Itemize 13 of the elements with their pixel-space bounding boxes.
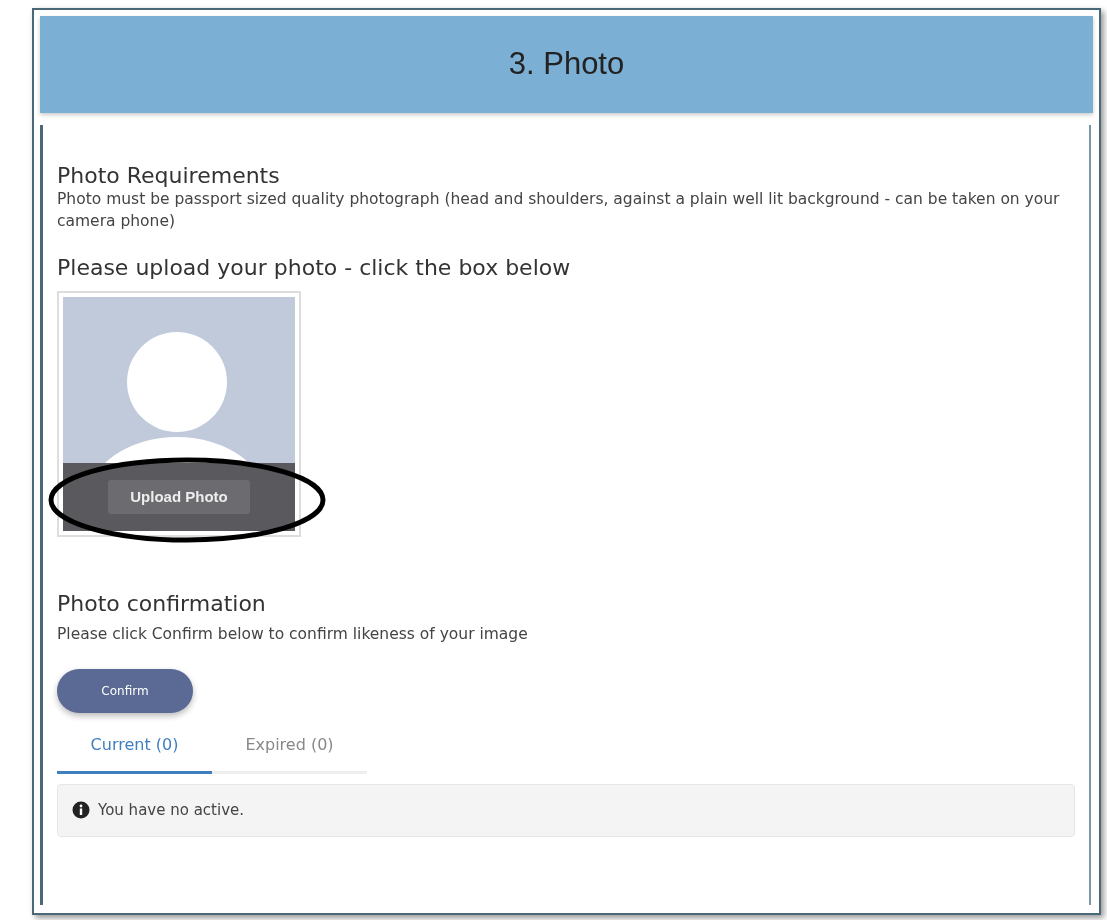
- page-title: 3. Photo: [508, 45, 625, 84]
- section-heading: Photo Requirements: [57, 163, 281, 190]
- info-icon: [72, 801, 90, 820]
- section-heading: Photo confirmation: [57, 591, 267, 618]
- upload-photo-button[interactable]: Upload Photo: [108, 479, 250, 515]
- confirm-button[interactable]: Confirm: [57, 669, 193, 714]
- tab[interactable]: Current (0): [57, 723, 212, 775]
- photo-upload-box[interactable]: Upload Photo: [57, 291, 301, 538]
- notice-text: You have no active.: [98, 800, 244, 822]
- section-heading: Please upload your photo - click the box below: [57, 254, 572, 282]
- confirmation-text: Please click Confirm below to confirm likeness of your image: [57, 623, 529, 645]
- tab[interactable]: Expired (0): [212, 723, 367, 775]
- requirements-text: Photo must be passport sized quality photograph (head and shoulders, against a plain well lit background - can be taken on your camera phone): [57, 189, 1061, 233]
